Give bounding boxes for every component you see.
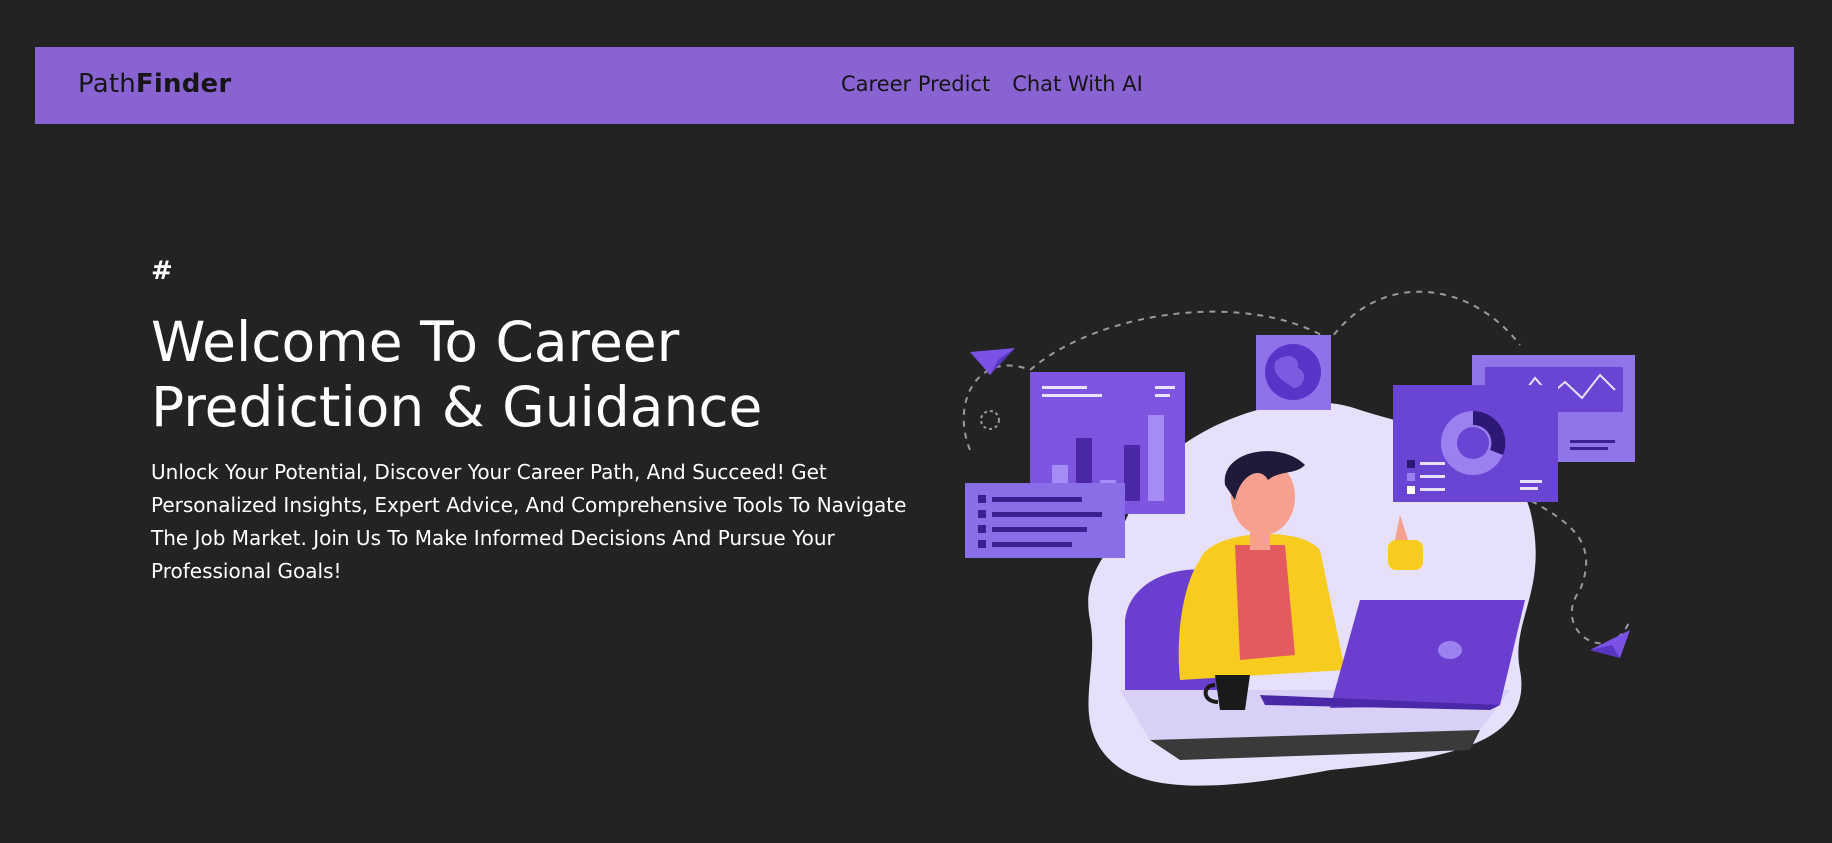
top-navbar: PathFinder Career Predict Chat With AI: [35, 47, 1794, 124]
brand-bold-text: Finder: [135, 69, 232, 99]
hero-marker: #: [151, 256, 173, 286]
globe-icon: [1256, 335, 1331, 410]
hero-title: Welcome To Career Prediction & Guidance: [151, 310, 763, 439]
list-card: [965, 483, 1125, 558]
nav-link-career-predict[interactable]: Career Predict: [841, 72, 990, 96]
brand-logo[interactable]: PathFinder: [78, 69, 231, 99]
landing-page: PathFinder Career Predict Chat With AI #…: [0, 0, 1832, 843]
paper-plane-icon: [1590, 630, 1630, 658]
donut-chart-card: [1393, 385, 1558, 502]
nav-links: Career Predict Chat With AI: [841, 72, 1143, 96]
hero-description: Unlock Your Potential, Discover Your Car…: [151, 460, 907, 583]
dashed-loop: [980, 410, 1000, 430]
career-illustration: [962, 290, 1635, 786]
brand-light-text: Path: [78, 69, 136, 99]
paper-plane-icon: [970, 348, 1015, 375]
nav-link-chat-with-ai[interactable]: Chat With AI: [1012, 72, 1143, 96]
